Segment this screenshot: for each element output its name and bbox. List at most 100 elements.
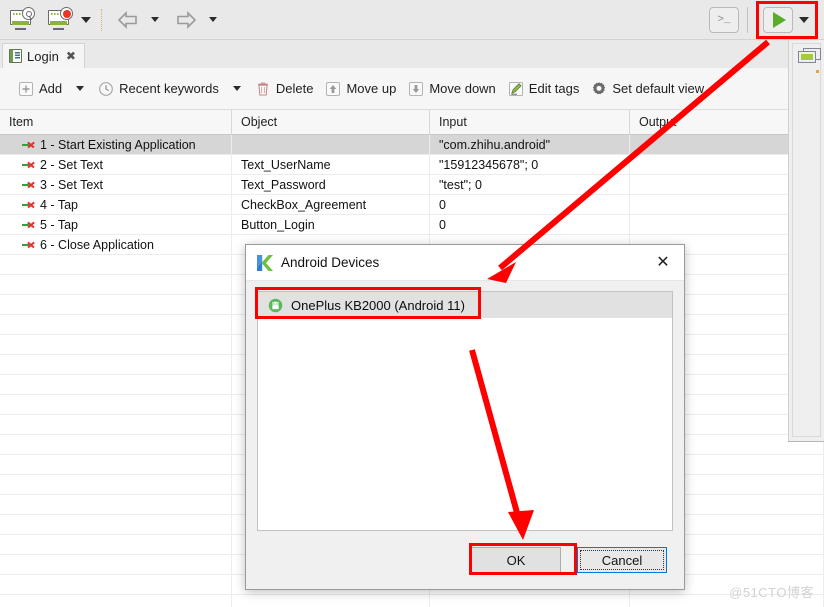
cell-item[interactable]: 5 - Tap [0,214,232,235]
cell-object[interactable] [232,134,430,155]
tab-label: Login [27,48,59,64]
delete-label: Delete [275,81,314,96]
run-highlight-box [756,0,818,39]
add-button[interactable]: Add [12,77,68,101]
cell-empty[interactable] [0,274,232,295]
cell-empty[interactable] [0,434,232,455]
set-default-view-button[interactable]: Set default view [585,77,710,101]
cell-item[interactable]: 1 - Start Existing Application [0,134,232,155]
windows-stack-icon[interactable] [798,48,822,65]
table-row[interactable]: 3 - Set Text Text_Password "test"; 0 [0,174,824,195]
katalon-logo-icon [257,254,273,271]
tab-login[interactable]: Login ✖ [2,43,85,68]
cell-empty[interactable] [0,474,232,495]
step-status-icon [22,199,36,211]
cell-input[interactable]: "test"; 0 [430,174,630,195]
dialog-titlebar[interactable]: Android Devices ✕ [246,245,684,281]
list-item[interactable]: OnePlus KB2000 (Android 11) [258,292,672,318]
ok-button[interactable]: OK [471,547,561,573]
back-dropdown-button[interactable] [145,4,165,36]
move-up-label: Move up [346,81,397,96]
cell-empty[interactable] [0,574,232,595]
cell-input[interactable]: "15912345678"; 0 [430,154,630,175]
cell-object[interactable]: CheckBox_Agreement [232,194,430,215]
cell-empty[interactable] [0,374,232,395]
edit-tags-button[interactable]: Edit tags [502,77,586,101]
move-down-button[interactable]: Move down [402,77,501,101]
cell-empty[interactable] [0,294,232,315]
cell-empty[interactable] [0,314,232,335]
add-dropdown-button[interactable] [68,86,92,91]
device-list[interactable]: OnePlus KB2000 (Android 11) [257,291,673,531]
cell-empty[interactable] [0,254,232,275]
close-icon[interactable]: ✖ [66,49,76,63]
set-default-view-label: Set default view [612,81,705,96]
cell-empty[interactable] [0,514,232,535]
cell-object[interactable]: Button_Login [232,214,430,235]
main-toolbar: >_ [0,0,824,40]
table-row[interactable]: 4 - Tap CheckBox_Agreement 0 [0,194,824,215]
recent-keywords-button[interactable]: Recent keywords [92,77,225,101]
forward-button[interactable] [169,4,203,36]
android-robot-icon [268,298,283,312]
recent-keywords-dropdown-button[interactable] [225,86,249,91]
cell-empty[interactable] [0,494,232,515]
table-row-empty[interactable] [0,594,824,607]
run-dropdown-caret-icon[interactable] [799,16,809,23]
move-up-button[interactable]: Move up [319,77,402,101]
plus-box-icon [19,81,33,96]
console-button[interactable]: >_ [709,6,739,33]
toolbar-separator [101,8,102,31]
arrow-left-icon [117,10,137,29]
cell-empty[interactable] [0,594,232,607]
column-header-object[interactable]: Object [232,110,430,135]
cell-empty[interactable] [0,414,232,435]
step-status-icon [22,219,36,231]
edit-tags-label: Edit tags [528,81,580,96]
step-label: 6 - Close Application [40,237,154,252]
forward-dropdown-button[interactable] [203,4,223,36]
record-button[interactable] [42,4,76,36]
cell-item[interactable]: 4 - Tap [0,194,232,215]
panel-marker-dot [816,70,819,73]
right-side-panel [788,40,824,442]
cell-item[interactable]: 3 - Set Text [0,174,232,195]
delete-button[interactable]: Delete [249,77,320,101]
step-status-icon [22,139,36,151]
column-header-item[interactable]: Item [0,110,232,135]
record-dropdown-button[interactable] [76,4,96,36]
right-panel-inner [792,43,821,437]
chevron-down-icon [232,86,241,91]
cell-empty[interactable] [430,594,630,607]
cell-empty[interactable] [0,334,232,355]
table-row[interactable]: 2 - Set Text Text_UserName "15912345678"; … [0,154,824,175]
cell-empty[interactable] [232,594,430,607]
cell-input[interactable]: 0 [430,194,630,215]
cell-empty[interactable] [0,394,232,415]
cell-empty[interactable] [0,454,232,475]
cell-item[interactable]: 6 - Close Application [0,234,232,255]
table-row[interactable]: 5 - Tap Button_Login 0 [0,214,824,235]
cell-input[interactable]: 0 [430,214,630,235]
cell-item[interactable]: 2 - Set Text [0,154,232,175]
cell-object[interactable]: Text_UserName [232,154,430,175]
chevron-down-icon [76,86,85,91]
record-icon [47,7,73,30]
cell-object[interactable]: Text_Password [232,174,430,195]
cell-empty[interactable] [0,354,232,375]
spy-object-button[interactable] [4,4,38,36]
step-status-icon [22,159,36,171]
chevron-down-icon [209,17,217,22]
table-row[interactable]: 1 - Start Existing Application "com.zhihu… [0,134,824,155]
cell-input[interactable]: "com.zhihu.android" [430,134,630,155]
cancel-button[interactable]: Cancel [577,547,667,573]
close-icon[interactable]: ✕ [648,249,678,277]
cell-empty[interactable] [0,554,232,575]
add-label: Add [39,81,63,96]
back-button[interactable] [111,4,145,36]
cell-empty[interactable] [0,534,232,555]
trash-icon [257,82,268,96]
run-button[interactable] [763,6,793,33]
console-icon: >_ [717,13,731,26]
column-header-input[interactable]: Input [430,110,630,135]
